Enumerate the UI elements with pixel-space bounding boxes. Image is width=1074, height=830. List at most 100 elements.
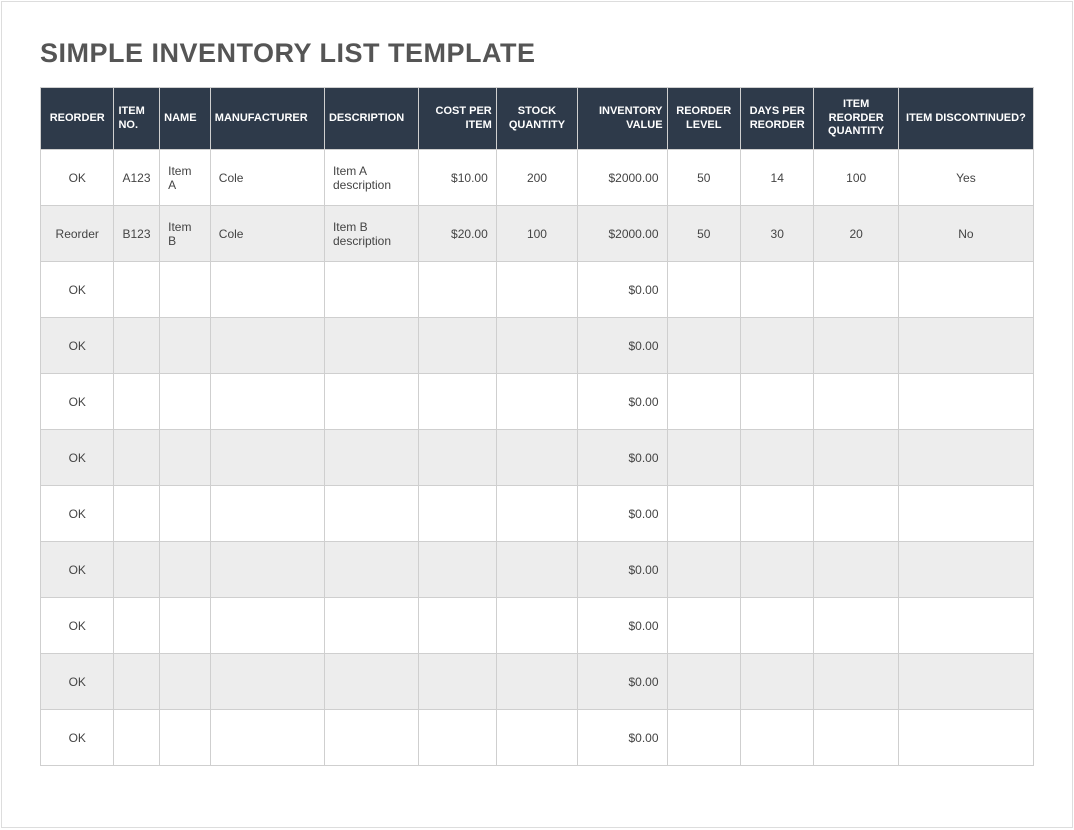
cell-inventory-value[interactable]: $0.00 xyxy=(578,430,667,486)
cell-inventory-value[interactable]: $0.00 xyxy=(578,318,667,374)
cell-name[interactable] xyxy=(160,430,211,486)
cell-description[interactable]: Item A description xyxy=(324,150,418,206)
cell-inventory-value[interactable]: $0.00 xyxy=(578,710,667,766)
cell-manufacturer[interactable] xyxy=(210,654,324,710)
cell-days-per-reorder[interactable] xyxy=(741,318,814,374)
cell-reorder[interactable]: OK xyxy=(41,654,114,710)
cell-stock[interactable] xyxy=(496,542,577,598)
cell-manufacturer[interactable] xyxy=(210,542,324,598)
cell-stock[interactable] xyxy=(496,430,577,486)
cell-name[interactable] xyxy=(160,598,211,654)
cell-reorder-quantity[interactable] xyxy=(814,262,898,318)
cell-reorder-quantity[interactable] xyxy=(814,710,898,766)
cell-reorder-level[interactable] xyxy=(667,654,740,710)
cell-description[interactable] xyxy=(324,486,418,542)
cell-item-no[interactable] xyxy=(114,542,160,598)
cell-reorder[interactable]: OK xyxy=(41,430,114,486)
cell-inventory-value[interactable]: $0.00 xyxy=(578,486,667,542)
cell-manufacturer[interactable]: Cole xyxy=(210,150,324,206)
cell-reorder-quantity[interactable]: 100 xyxy=(814,150,898,206)
cell-reorder[interactable]: Reorder xyxy=(41,206,114,262)
cell-name[interactable]: Item A xyxy=(160,150,211,206)
cell-days-per-reorder[interactable]: 30 xyxy=(741,206,814,262)
cell-item-no[interactable] xyxy=(114,430,160,486)
cell-reorder-quantity[interactable]: 20 xyxy=(814,206,898,262)
cell-stock[interactable] xyxy=(496,262,577,318)
cell-discontinued[interactable] xyxy=(898,542,1033,598)
cell-inventory-value[interactable]: $0.00 xyxy=(578,598,667,654)
cell-reorder-quantity[interactable] xyxy=(814,318,898,374)
cell-item-no[interactable] xyxy=(114,654,160,710)
cell-manufacturer[interactable]: Cole xyxy=(210,206,324,262)
cell-name[interactable] xyxy=(160,710,211,766)
cell-description[interactable]: Item B description xyxy=(324,206,418,262)
cell-discontinued[interactable] xyxy=(898,374,1033,430)
cell-manufacturer[interactable] xyxy=(210,374,324,430)
cell-discontinued[interactable] xyxy=(898,710,1033,766)
cell-name[interactable] xyxy=(160,542,211,598)
cell-name[interactable] xyxy=(160,374,211,430)
cell-days-per-reorder[interactable] xyxy=(741,486,814,542)
cell-reorder-level[interactable]: 50 xyxy=(667,150,740,206)
cell-discontinued[interactable] xyxy=(898,486,1033,542)
cell-reorder-quantity[interactable] xyxy=(814,598,898,654)
cell-cost[interactable] xyxy=(419,262,496,318)
cell-inventory-value[interactable]: $0.00 xyxy=(578,542,667,598)
cell-item-no[interactable] xyxy=(114,374,160,430)
cell-days-per-reorder[interactable]: 14 xyxy=(741,150,814,206)
cell-days-per-reorder[interactable] xyxy=(741,262,814,318)
cell-manufacturer[interactable] xyxy=(210,318,324,374)
cell-discontinued[interactable] xyxy=(898,318,1033,374)
cell-cost[interactable] xyxy=(419,654,496,710)
cell-reorder[interactable]: OK xyxy=(41,598,114,654)
cell-reorder[interactable]: OK xyxy=(41,374,114,430)
cell-name[interactable] xyxy=(160,262,211,318)
cell-reorder[interactable]: OK xyxy=(41,486,114,542)
cell-cost[interactable] xyxy=(419,430,496,486)
cell-reorder-level[interactable]: 50 xyxy=(667,206,740,262)
cell-reorder-level[interactable] xyxy=(667,430,740,486)
cell-description[interactable] xyxy=(324,262,418,318)
cell-stock[interactable] xyxy=(496,598,577,654)
cell-item-no[interactable]: A123 xyxy=(114,150,160,206)
cell-item-no[interactable]: B123 xyxy=(114,206,160,262)
cell-discontinued[interactable]: No xyxy=(898,206,1033,262)
cell-item-no[interactable] xyxy=(114,318,160,374)
cell-discontinued[interactable]: Yes xyxy=(898,150,1033,206)
cell-cost[interactable]: $10.00 xyxy=(419,150,496,206)
cell-reorder[interactable]: OK xyxy=(41,542,114,598)
cell-discontinued[interactable] xyxy=(898,430,1033,486)
cell-manufacturer[interactable] xyxy=(210,598,324,654)
cell-discontinued[interactable] xyxy=(898,598,1033,654)
cell-days-per-reorder[interactable] xyxy=(741,598,814,654)
cell-name[interactable]: Item B xyxy=(160,206,211,262)
cell-discontinued[interactable] xyxy=(898,262,1033,318)
cell-description[interactable] xyxy=(324,654,418,710)
cell-reorder-quantity[interactable] xyxy=(814,374,898,430)
cell-days-per-reorder[interactable] xyxy=(741,542,814,598)
cell-reorder-level[interactable] xyxy=(667,262,740,318)
cell-inventory-value[interactable]: $2000.00 xyxy=(578,206,667,262)
cell-description[interactable] xyxy=(324,430,418,486)
cell-description[interactable] xyxy=(324,710,418,766)
cell-cost[interactable] xyxy=(419,486,496,542)
cell-stock[interactable]: 100 xyxy=(496,206,577,262)
cell-manufacturer[interactable] xyxy=(210,486,324,542)
cell-name[interactable] xyxy=(160,318,211,374)
cell-reorder-level[interactable] xyxy=(667,710,740,766)
cell-inventory-value[interactable]: $0.00 xyxy=(578,654,667,710)
cell-cost[interactable] xyxy=(419,710,496,766)
cell-description[interactable] xyxy=(324,598,418,654)
cell-cost[interactable] xyxy=(419,542,496,598)
cell-name[interactable] xyxy=(160,654,211,710)
cell-inventory-value[interactable]: $0.00 xyxy=(578,262,667,318)
cell-cost[interactable]: $20.00 xyxy=(419,206,496,262)
cell-reorder-level[interactable] xyxy=(667,318,740,374)
cell-reorder-quantity[interactable] xyxy=(814,654,898,710)
cell-inventory-value[interactable]: $0.00 xyxy=(578,374,667,430)
cell-reorder[interactable]: OK xyxy=(41,318,114,374)
cell-cost[interactable] xyxy=(419,374,496,430)
cell-manufacturer[interactable] xyxy=(210,262,324,318)
cell-stock[interactable] xyxy=(496,318,577,374)
cell-reorder-quantity[interactable] xyxy=(814,486,898,542)
